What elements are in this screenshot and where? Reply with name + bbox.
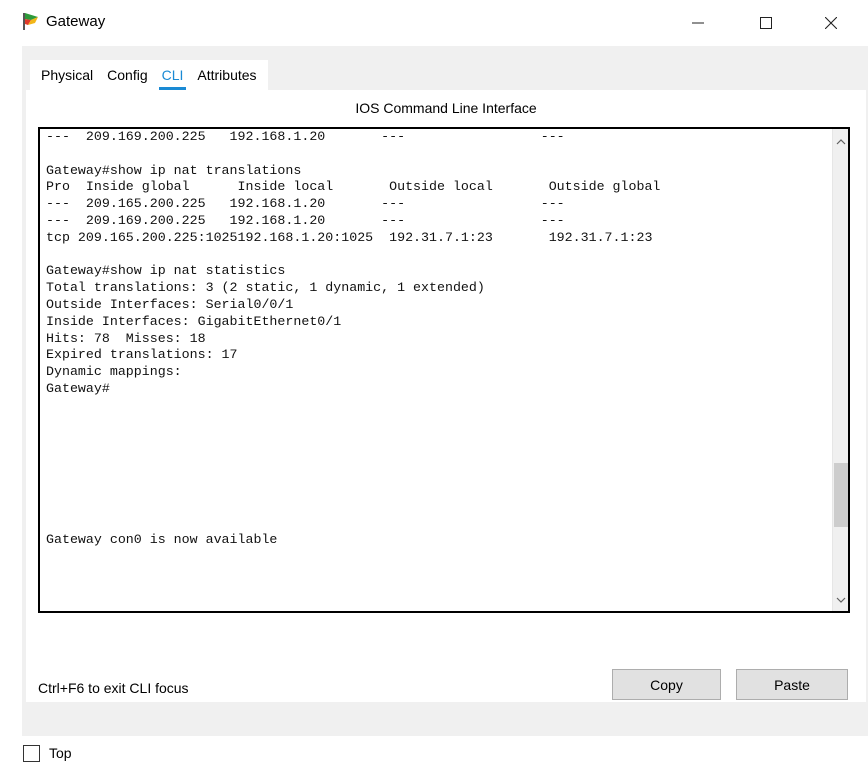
close-button[interactable]: [808, 0, 854, 46]
close-icon: [825, 17, 837, 29]
cli-panel-title: IOS Command Line Interface: [355, 100, 537, 116]
top-checkbox-label: Top: [49, 745, 72, 761]
top-checkbox[interactable]: [23, 745, 40, 762]
maximize-icon: [760, 17, 772, 29]
title-bar: Gateway: [0, 0, 868, 46]
terminal-line: Pro Inside global Inside local Outside l…: [46, 179, 661, 195]
terminal-line: tcp 209.165.200.225:1025192.168.1.20:102…: [46, 229, 653, 245]
terminal-line: Gateway#show ip nat statistics: [46, 263, 286, 279]
scroll-up-button[interactable]: [833, 133, 848, 151]
minimize-icon: [692, 22, 704, 24]
vertical-scrollbar[interactable]: [832, 129, 848, 611]
cli-panel: IOS Command Line Interface --- 209.169.2…: [26, 90, 866, 702]
tab-config[interactable]: Config: [100, 60, 154, 90]
dialog-body: Physical Config CLI Attributes IOS Comma…: [22, 46, 868, 736]
terminal-line: Expired translations: 17: [46, 347, 238, 363]
terminal-line: Gateway#: [46, 380, 110, 396]
terminal-line: Inside Interfaces: GigabitEthernet0/1: [46, 313, 342, 329]
terminal-line: --- 209.165.200.225 192.168.1.20 --- ---: [46, 196, 565, 212]
terminal-line: Dynamic mappings:: [46, 364, 182, 380]
chevron-down-icon: [836, 597, 846, 603]
paste-button[interactable]: Paste: [736, 669, 848, 700]
tab-physical[interactable]: Physical: [34, 60, 100, 90]
tab-cli[interactable]: CLI: [155, 60, 191, 90]
minimize-button[interactable]: [675, 0, 721, 46]
tab-attributes[interactable]: Attributes: [190, 60, 263, 90]
terminal-line: --- 209.169.200.225 192.168.1.20 --- ---: [46, 129, 565, 144]
terminal-line: Outside Interfaces: Serial0/0/1: [46, 296, 294, 312]
terminal-output[interactable]: --- 209.169.200.225 192.168.1.20 --- ---…: [46, 129, 826, 549]
terminal-line: Gateway#show ip nat translations: [46, 162, 302, 178]
cli-terminal[interactable]: --- 209.169.200.225 192.168.1.20 --- ---…: [38, 127, 850, 613]
tab-bar: Physical Config CLI Attributes: [30, 60, 268, 90]
scroll-down-button[interactable]: [833, 591, 848, 609]
packet-tracer-icon: [23, 13, 38, 30]
terminal-line: --- 209.169.200.225 192.168.1.20 --- ---: [46, 212, 565, 228]
terminal-line: Total translations: 3 (2 static, 1 dynam…: [46, 280, 485, 296]
maximize-button[interactable]: [743, 0, 789, 46]
chevron-up-icon: [836, 139, 846, 145]
terminal-line: Gateway con0 is now available: [46, 532, 278, 548]
copy-button[interactable]: Copy: [612, 669, 721, 700]
window-title: Gateway: [46, 13, 106, 30]
scroll-thumb[interactable]: [834, 463, 848, 527]
cli-focus-hint: Ctrl+F6 to exit CLI focus: [38, 680, 189, 696]
terminal-line: Hits: 78 Misses: 18: [46, 330, 206, 346]
